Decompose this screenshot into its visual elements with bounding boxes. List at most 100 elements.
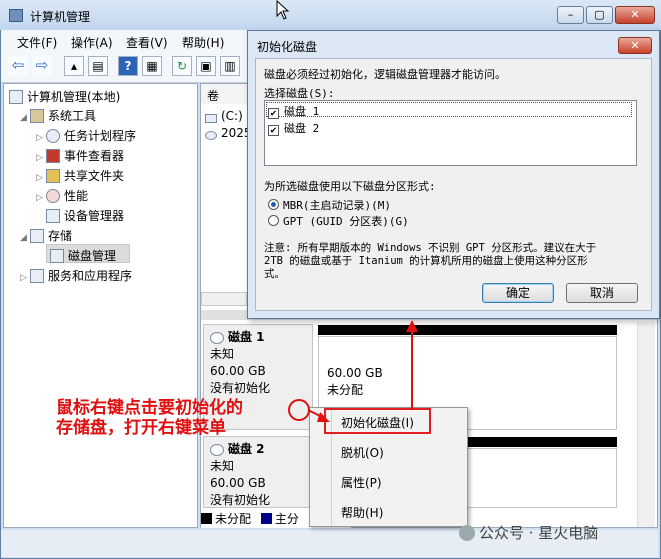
expand-arrow-icon[interactable]: ▷	[20, 273, 30, 283]
right-arrow-head	[317, 412, 330, 422]
shared-folder-icon	[46, 169, 60, 183]
legend-primary: 主分	[274, 512, 299, 526]
show-tree-icon[interactable]: ▤	[88, 56, 108, 76]
disk-1-name-row: 磁盘 1	[210, 329, 306, 346]
dialog-title: 初始化磁盘	[257, 40, 318, 54]
disk-2-type: 未知	[210, 459, 235, 473]
tree-item-storage[interactable]: ◢ 存储	[20, 227, 72, 244]
disk-2-name: 磁盘 2	[228, 442, 265, 456]
expand-arrow-icon[interactable]: ▷	[36, 153, 46, 163]
menu-action[interactable]: 操作(A)	[71, 34, 113, 51]
minimize-button[interactable]: –	[557, 6, 584, 24]
tree-item-label: 共享文件夹	[64, 169, 125, 183]
horizontal-scrollbar[interactable]	[201, 292, 247, 306]
mbr-label: MBR(主启动记录)(M)	[283, 199, 391, 212]
tree-item-label: 存储	[48, 229, 73, 243]
legend-unallocated: 未分配	[215, 512, 252, 526]
window-title: 计算机管理	[30, 10, 91, 24]
checkbox-icon[interactable]: ✔	[268, 125, 279, 136]
dialog-close-button[interactable]: ✕	[618, 37, 652, 54]
disk-item-label: 磁盘 2	[284, 122, 320, 135]
ok-button[interactable]: 确定	[482, 283, 554, 303]
tree-item-label: 磁盘管理	[68, 249, 117, 263]
disk-list-item-2[interactable]: ✔ 磁盘 2	[268, 120, 319, 136]
vertical-scrollbar[interactable]	[637, 322, 655, 527]
gpt-option[interactable]: GPT (GUID 分区表)(G)	[268, 213, 409, 229]
tree-item-shared-folders[interactable]: ▷ 共享文件夹	[36, 167, 124, 184]
tree-item-event-viewer[interactable]: ▷ 事件查看器	[36, 147, 124, 164]
dialog-intro: 磁盘必须经过初始化，逻辑磁盘管理器才能访问。	[264, 68, 506, 81]
menu-view[interactable]: 查看(V)	[126, 34, 168, 51]
menu-file[interactable]: 文件(F)	[17, 34, 57, 51]
collapse-arrow-icon[interactable]: ◢	[20, 233, 30, 243]
volume-header-label: 卷	[207, 89, 220, 103]
watermark: 公众号 · 星火电脑	[459, 522, 598, 543]
menu-item-offline[interactable]: 脱机(O)	[341, 444, 384, 461]
cancel-button[interactable]: 取消	[566, 283, 638, 303]
checkbox-icon[interactable]: ✔	[268, 108, 279, 119]
mbr-option[interactable]: MBR(主启动记录)(M)	[268, 197, 391, 213]
menu-item-properties[interactable]: 属性(P)	[341, 474, 382, 491]
tree-item-label: 设备管理器	[64, 209, 125, 223]
collapse-arrow-icon[interactable]: ◢	[20, 113, 30, 123]
disk-item-label: 磁盘 1	[284, 105, 320, 118]
annotation-line-1: 鼠标右键点击要初始化的	[56, 398, 243, 418]
tree-item-services[interactable]: ▷ 服务和应用程序	[20, 267, 132, 284]
annotation-arrows	[307, 320, 418, 422]
disk-1-type: 未知	[210, 347, 235, 361]
tree-item-task-scheduler[interactable]: ▷ 任务计划程序	[36, 127, 136, 144]
performance-icon	[46, 189, 60, 203]
tree-item-label: 任务计划程序	[64, 129, 137, 143]
up-arrow-head	[406, 320, 418, 332]
tree-item-label: 系统工具	[48, 109, 97, 123]
watermark-text: 公众号 · 星火电脑	[479, 524, 599, 542]
tree-item-device-manager[interactable]: 设备管理器	[46, 207, 124, 224]
help-icon[interactable]: ?	[118, 56, 138, 76]
forward-icon[interactable]: ⇨	[32, 56, 52, 76]
radio-unselected-icon[interactable]	[268, 215, 279, 226]
disk-warning-icon	[210, 332, 224, 344]
refresh-icon[interactable]: ↻	[172, 56, 192, 76]
event-viewer-icon	[46, 149, 60, 163]
disk-1-name: 磁盘 1	[228, 330, 265, 344]
tools-icon	[30, 109, 44, 123]
disk-list-item-1[interactable]: ✔ 磁盘 1	[268, 103, 319, 119]
export-icon[interactable]: ▣	[196, 56, 216, 76]
menu-item-help[interactable]: 帮助(H)	[341, 504, 383, 521]
disk-1-size: 60.00 GB	[210, 364, 266, 378]
gpt-label: GPT (GUID 分区表)(G)	[283, 215, 409, 228]
partition-style-label: 为所选磁盘使用以下磁盘分区形式:	[264, 180, 436, 193]
volume-row-c[interactable]: (C:)	[205, 109, 243, 123]
up-folder-icon[interactable]: ▴	[64, 56, 84, 76]
disk-warning-icon	[210, 444, 224, 456]
expand-arrow-icon[interactable]: ▷	[36, 193, 46, 203]
disk-2-panel[interactable]: 磁盘 2 未知 60.00 GB 没有初始化	[203, 436, 313, 508]
help-topics-icon[interactable]: ▥	[220, 56, 240, 76]
annotation-text: 鼠标右键点击要初始化的 存储盘，打开右键菜单	[56, 398, 243, 438]
storage-icon	[30, 229, 44, 243]
cd-icon	[205, 131, 217, 140]
disk-2-name-row: 磁盘 2	[210, 441, 306, 458]
tree-item-system-tools[interactable]: ◢ 系统工具	[20, 107, 96, 124]
properties-icon[interactable]: ▦	[142, 56, 162, 76]
expand-arrow-icon[interactable]: ▷	[36, 173, 46, 183]
disk-management-icon	[50, 249, 64, 263]
close-button[interactable]: ✕	[615, 6, 655, 24]
mouse-cursor-icon	[276, 0, 290, 20]
expand-arrow-icon[interactable]: ▷	[36, 133, 46, 143]
volume-row-2025[interactable]: 2025	[205, 126, 252, 140]
maximize-button[interactable]: ▢	[586, 6, 613, 24]
tree-root-label: 计算机管理(本地)	[27, 90, 121, 104]
tree-root[interactable]: 计算机管理(本地)	[9, 88, 120, 105]
radio-selected-icon[interactable]	[268, 199, 279, 210]
back-icon[interactable]: ⇦	[8, 56, 28, 76]
tree-item-label: 事件查看器	[64, 149, 125, 163]
tree-item-performance[interactable]: ▷ 性能	[36, 187, 88, 204]
computer-management-icon	[9, 9, 23, 22]
menu-help[interactable]: 帮助(H)	[182, 34, 224, 51]
device-manager-icon	[46, 209, 60, 223]
computer-icon	[9, 90, 23, 104]
disk-2-status: 没有初始化	[210, 493, 271, 507]
tree-item-disk-management[interactable]: 磁盘管理	[50, 247, 116, 264]
unallocated-swatch	[201, 513, 212, 524]
